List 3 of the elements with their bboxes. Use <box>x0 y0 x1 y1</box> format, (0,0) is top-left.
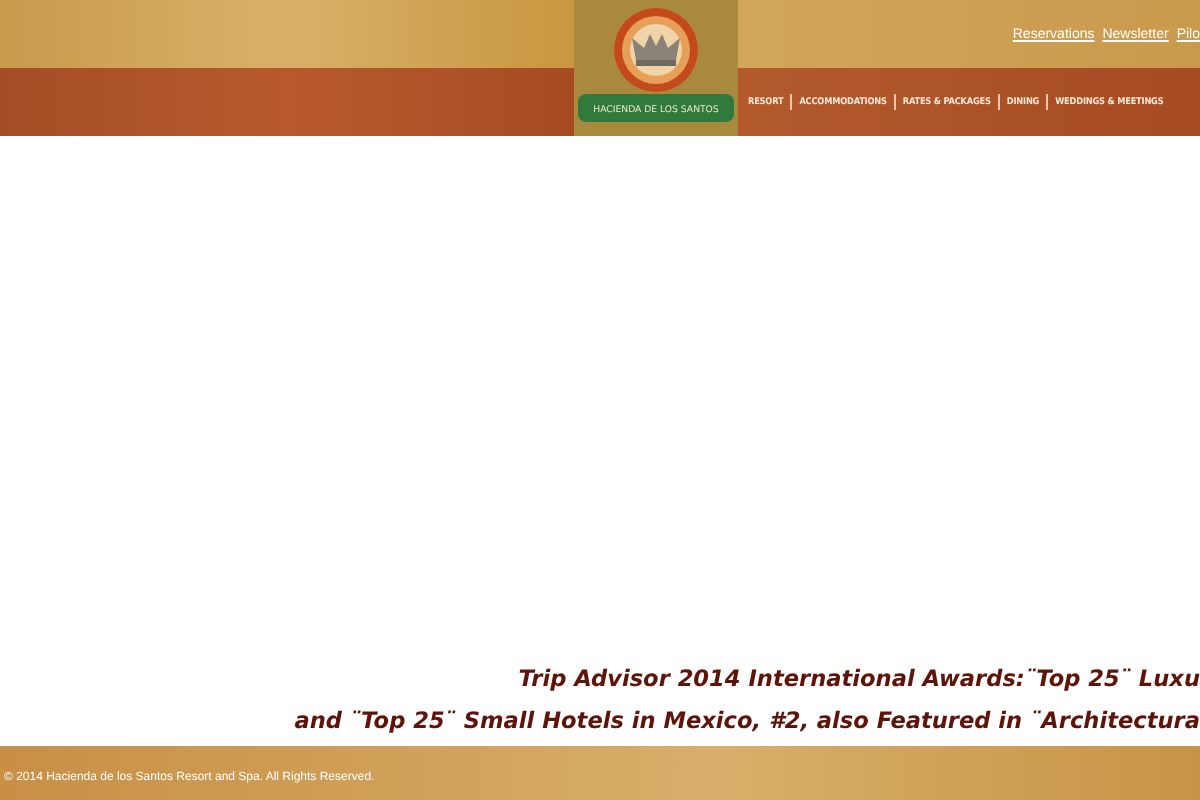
crown-icon <box>632 34 680 66</box>
award-text: and ¨Top 25¨ Small Hotels in Mexico, #2, also Featured in ¨Architectura <box>294 708 1200 734</box>
award-text: Trip Advisor 2014 International Awards:¨Top 25¨ Luxu <box>518 666 1200 692</box>
